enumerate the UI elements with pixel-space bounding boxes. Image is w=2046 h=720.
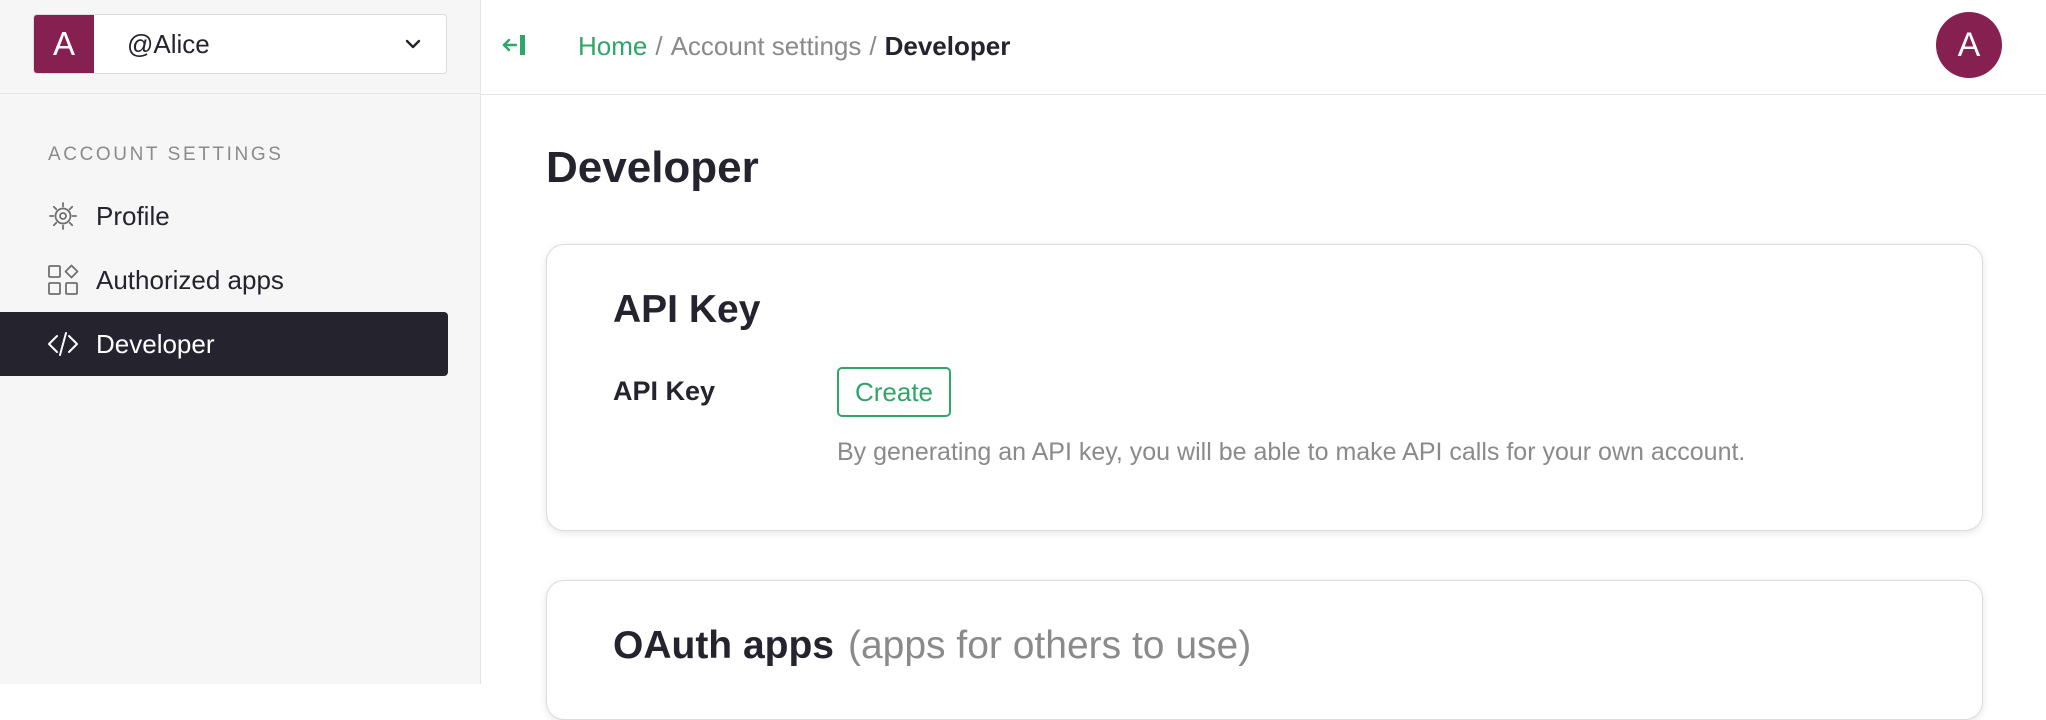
breadcrumb-current: Developer [884, 31, 1011, 61]
code-icon [48, 332, 78, 356]
api-key-card-title: API Key [613, 288, 761, 331]
api-key-help-text: By generating an API key, you will be ab… [837, 438, 1746, 466]
collapse-sidebar-icon[interactable] [501, 30, 531, 60]
create-api-key-button[interactable]: Create [837, 367, 951, 417]
breadcrumb-account-settings-link[interactable]: Account settings [671, 31, 862, 61]
sidebar-item-profile[interactable]: Profile [0, 184, 448, 248]
breadcrumb-separator: / [869, 31, 877, 61]
oauth-apps-title: OAuth apps [613, 624, 834, 667]
user-avatar[interactable]: A [1936, 12, 2002, 78]
sidebar-item-developer[interactable]: Developer [0, 312, 448, 376]
account-username: @Alice [127, 29, 210, 59]
sidebar-item-label: Developer [96, 328, 215, 359]
sidebar-section-label: ACCOUNT SETTINGS [48, 144, 284, 165]
sidebar-divider [0, 93, 480, 94]
user-avatar-letter: A [1957, 25, 1981, 64]
account-switcher[interactable]: A @Alice [33, 14, 447, 74]
sidebar-item-label: Authorized apps [96, 264, 284, 295]
breadcrumb-home-link[interactable]: Home [578, 31, 647, 61]
account-avatar: A [34, 15, 94, 73]
page-title: Developer [546, 143, 759, 192]
oauth-apps-card: OAuth apps (apps for others to use) [546, 580, 1983, 720]
topbar: Home / Account settings / Developer A [481, 0, 2046, 95]
api-key-field-label: API Key [613, 376, 716, 406]
sidebar-item-label: Profile [96, 200, 170, 231]
chevron-down-icon [405, 39, 421, 49]
api-key-card: API Key API Key Create By generating an … [546, 244, 1983, 531]
apps-grid-icon [48, 264, 79, 295]
breadcrumb: Home / Account settings / Developer [578, 0, 1010, 92]
sidebar: A @Alice ACCOUNT SETTINGS Profile Author… [0, 0, 481, 684]
oauth-apps-card-title: OAuth apps (apps for others to use) [613, 624, 1251, 668]
breadcrumb-separator: / [655, 31, 663, 61]
sidebar-item-authorized-apps[interactable]: Authorized apps [0, 248, 448, 312]
account-avatar-letter: A [52, 25, 75, 62]
gear-icon [49, 202, 77, 230]
oauth-apps-subtitle: (apps for others to use) [848, 624, 1252, 667]
